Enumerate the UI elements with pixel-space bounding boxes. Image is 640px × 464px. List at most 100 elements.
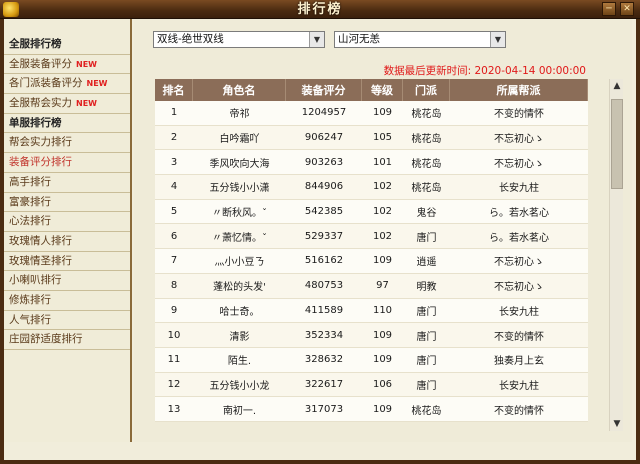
sidebar-item[interactable]: 帮会实力排行	[4, 133, 130, 154]
scroll-up-icon[interactable]: ▲	[610, 79, 624, 93]
sidebar-item[interactable]: 心法排行	[4, 212, 130, 232]
table-cell: 906247	[286, 125, 362, 151]
sidebar-item[interactable]: 全服帮会实力 NEW	[4, 94, 130, 114]
table-row[interactable]: 6 〃萧忆情。ˇ 529337 102 唐门 ら。若水茗心	[155, 224, 588, 250]
table-cell: 102	[362, 224, 403, 250]
column-header[interactable]: 装备评分	[286, 79, 362, 101]
table-cell: 110	[362, 298, 403, 324]
sidebar-item-label: 富豪排行	[9, 195, 51, 208]
new-badge: NEW	[76, 59, 97, 69]
table-cell: ら。若水茗心	[450, 199, 588, 225]
table-cell: 317073	[286, 397, 362, 422]
table-row[interactable]: 4 五分钱小小潇 844906 102 桃花岛 长安九柱	[155, 175, 588, 200]
new-badge: NEW	[86, 79, 108, 89]
sub-server-select-value: 山河无恙	[338, 33, 380, 45]
table-cell: 哈士奇。	[193, 298, 286, 324]
table-cell: 6	[155, 224, 193, 250]
table-cell: 3	[155, 150, 193, 176]
table-cell: 五分钱小小潇	[193, 175, 286, 200]
sub-server-select[interactable]: 山河无恙 ▼	[334, 31, 506, 48]
table-row[interactable]: 3 季风吹向大海 903263 101 桃花岛 不忘初心ゝ	[155, 150, 588, 176]
ranking-table: 排名 角色名 装备评分 等级 门派 所属帮派 1 帝祁 1204957 109 桃花岛 不变的情怀 2…	[155, 79, 588, 422]
scrollbar-thumb[interactable]	[611, 99, 623, 189]
scroll-down-icon[interactable]: ▼	[610, 417, 624, 431]
sidebar-item[interactable]: 富豪排行	[4, 193, 130, 213]
sidebar-item[interactable]: 玫瑰情圣排行	[4, 252, 130, 272]
sidebar-item-label: 庄园舒适度排行	[9, 333, 83, 346]
table-cell: 529337	[286, 224, 362, 250]
table-cell: 2	[155, 125, 193, 151]
sidebar-item-label: 玫瑰情圣排行	[9, 254, 72, 267]
table-cell: 不忘初心ゝ	[450, 125, 588, 151]
sidebar-item[interactable]: 玫瑰情人排行	[4, 232, 130, 252]
table-cell: 唐门	[403, 298, 450, 324]
sidebar-item-label: 全服排行榜	[9, 38, 62, 50]
sidebar-item[interactable]: 全服装备评分 NEW	[4, 55, 130, 75]
table-cell: 陌生.	[193, 347, 286, 373]
chevron-down-icon[interactable]: ▼	[309, 32, 324, 47]
table-cell: 不变的情怀	[450, 101, 588, 126]
sidebar-item[interactable]: 装备评分排行	[4, 153, 130, 173]
table-cell: 逍遥	[403, 249, 450, 274]
column-header[interactable]: 门派	[403, 79, 450, 101]
sidebar-item[interactable]: 修炼排行	[4, 291, 130, 311]
sidebar-item-label: 修炼排行	[9, 293, 51, 306]
main-panel: 双线-绝世双线 ▼ 山河无恙 ▼ 数据最后更新时间: 2020-04-14 00…	[134, 19, 632, 442]
table-cell: 唐门	[403, 323, 450, 348]
sidebar-item[interactable]: 人气排行	[4, 311, 130, 331]
table-cell: 97	[362, 273, 403, 299]
server-select-value: 双线-绝世双线	[157, 33, 224, 45]
table-cell: 106	[362, 372, 403, 398]
table-row[interactable]: 5 〃断秋风。ˇ 542385 102 鬼谷 ら。若水茗心	[155, 199, 588, 225]
table-cell: 长安九柱	[450, 298, 588, 324]
sidebar-item-label: 玫瑰情人排行	[9, 234, 72, 247]
table-cell: 独奏月上玄	[450, 347, 588, 373]
table-cell: 南初一.	[193, 397, 286, 422]
table-row[interactable]: 11 陌生. 328632 109 唐门 独奏月上玄	[155, 347, 588, 373]
table-row[interactable]: 2 白吟霜吖 906247 105 桃花岛 不忘初心ゝ	[155, 125, 588, 151]
table-cell: 明教	[403, 273, 450, 299]
table-cell: 白吟霜吖	[193, 125, 286, 151]
table-cell: 唐门	[403, 224, 450, 250]
table-cell: 1	[155, 101, 193, 126]
table-row[interactable]: 7 灬小小豆ㄋ 516162 109 逍遥 不忘初心ゝ	[155, 249, 588, 274]
table-cell: 〃萧忆情。ˇ	[193, 224, 286, 250]
table-cell: 1204957	[286, 101, 362, 126]
table-cell: 鬼谷	[403, 199, 450, 225]
table-cell: 10	[155, 323, 193, 348]
column-header[interactable]: 角色名	[193, 79, 286, 101]
server-select[interactable]: 双线-绝世双线 ▼	[153, 31, 325, 48]
table-cell: 12	[155, 372, 193, 398]
column-header[interactable]: 排名	[155, 79, 193, 101]
sidebar-item-label: 全服帮会实力	[9, 97, 72, 110]
table-row[interactable]: 8 蓬松的头发' 480753 97 明教 不忘初心ゝ	[155, 273, 588, 299]
sidebar-item[interactable]: 庄园舒适度排行	[4, 330, 130, 350]
table-row[interactable]: 10 清影 352334 109 唐门 不变的情怀	[155, 323, 588, 348]
table-row[interactable]: 9 哈士奇。 411589 110 唐门 长安九柱	[155, 298, 588, 324]
chevron-down-icon[interactable]: ▼	[490, 32, 505, 47]
table-cell: 109	[362, 397, 403, 422]
column-header[interactable]: 等级	[362, 79, 403, 101]
table-cell: 桃花岛	[403, 150, 450, 176]
minimize-icon[interactable]: ─	[602, 2, 616, 16]
table-row[interactable]: 1 帝祁 1204957 109 桃花岛 不变的情怀	[155, 101, 588, 126]
table-cell: 903263	[286, 150, 362, 176]
table-cell: 不忘初心ゝ	[450, 150, 588, 176]
table-row[interactable]: 12 五分钱小小龙 322617 106 唐门 长安九柱	[155, 372, 588, 398]
table-cell: 542385	[286, 199, 362, 225]
table-cell: 清影	[193, 323, 286, 348]
sidebar-item[interactable]: 各门派装备评分 NEW	[4, 74, 130, 95]
window-title: 排行榜	[297, 2, 343, 17]
table-cell: 11	[155, 347, 193, 373]
table-scrollbar[interactable]: ▲ ▼	[609, 79, 623, 431]
sidebar-item-label: 小喇叭排行	[9, 274, 62, 287]
table-cell: 844906	[286, 175, 362, 200]
table-cell: 4	[155, 175, 193, 200]
close-icon[interactable]: ✕	[620, 2, 634, 16]
update-time: 数据最后更新时间: 2020-04-14 00:00:00	[383, 65, 586, 77]
sidebar-item[interactable]: 小喇叭排行	[4, 271, 130, 291]
sidebar-item[interactable]: 高手排行	[4, 173, 130, 193]
table-row[interactable]: 13 南初一. 317073 109 桃花岛 不变的情怀	[155, 397, 588, 422]
table-cell: 灬小小豆ㄋ	[193, 249, 286, 274]
column-header[interactable]: 所属帮派	[450, 79, 588, 101]
